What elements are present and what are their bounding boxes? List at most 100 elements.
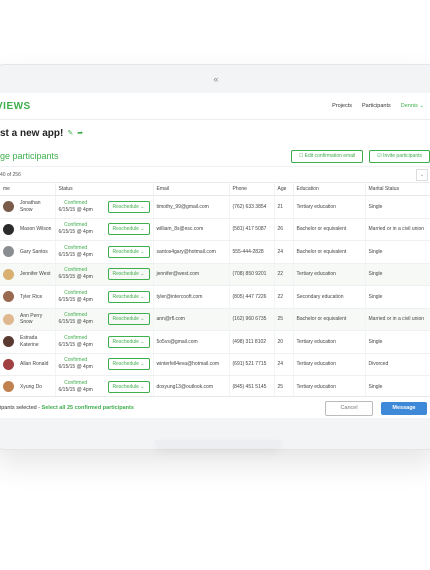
avatar — [3, 358, 14, 370]
table-row[interactable]: Mason Wilson Confirmed 6/15/15 @ 4pm Resche… — [0, 218, 430, 241]
status-badge: Confirmed — [64, 199, 88, 206]
reschedule-button[interactable]: Reschedule ⌄ — [107, 335, 150, 348]
section-header: ge participants ☐ Edit confirmation emai… — [0, 146, 430, 166]
session-date: 6/15/15 @ 4pm — [58, 206, 93, 213]
reschedule-button[interactable]: Reschedule ⌄ — [107, 200, 150, 213]
column-header-status[interactable]: Status — [55, 182, 154, 196]
participant-name[interactable]: Xyung Do — [20, 384, 42, 391]
chevron-down-icon[interactable]: ⌄ — [416, 168, 428, 181]
phone-cell: 555-444-2828 — [229, 240, 275, 264]
selection-footer: ipants selected - Select all 25 confirme… — [0, 396, 430, 418]
status-badge: Confirmed — [64, 289, 88, 296]
session-date: 6/15/15 @ 4pm — [58, 229, 93, 236]
logo[interactable]: VIEWS — [0, 101, 31, 112]
user-menu[interactable]: Dennis ⌄ — [401, 103, 424, 109]
edit-icon[interactable]: ✎ — [67, 129, 73, 137]
participant-name[interactable]: Estrada Katerine — [20, 335, 52, 348]
participant-name[interactable]: Jennifer West — [20, 271, 50, 278]
status-text: Confirmed 6/15/15 @ 4pm — [59, 357, 93, 371]
status-badge: Confirmed — [64, 334, 88, 341]
participant-name[interactable]: Mason Wilson — [20, 226, 51, 233]
nav-projects[interactable]: Projects — [332, 103, 352, 109]
phone-cell: (581) 417 5087 — [229, 218, 275, 241]
age-cell: 20 — [274, 330, 294, 354]
column-header-phone[interactable]: Phone — [229, 182, 275, 196]
status-cell: Confirmed 6/15/15 @ 4pm Reschedule ⌄ — [55, 308, 154, 331]
back-icon[interactable]: « — [213, 74, 218, 84]
table-row[interactable]: Estrada Katerine Confirmed 6/15/15 @ 4pm Re… — [0, 330, 430, 354]
email-cell: 5o5vs@gmail.com — [153, 330, 230, 354]
participant-name[interactable]: Tyler Rice — [20, 294, 42, 301]
marital-status-cell: Single — [365, 240, 430, 264]
share-icon[interactable]: ➦ — [77, 129, 83, 137]
education-cell: Tertiary education — [293, 195, 366, 219]
reschedule-button[interactable]: Reschedule ⌄ — [107, 268, 150, 281]
age-cell: 21 — [274, 195, 294, 219]
reschedule-button[interactable]: Reschedule ⌄ — [107, 290, 150, 303]
reschedule-button[interactable]: Reschedule ⌄ — [107, 380, 150, 393]
status-badge: Confirmed — [64, 222, 88, 229]
column-header-marital-status[interactable]: Marital Status — [365, 182, 430, 196]
session-date: 6/15/15 @ 4pm — [58, 341, 93, 348]
table-row[interactable]: Jonathan Snow Confirmed 6/15/15 @ 4pm Resch… — [0, 195, 430, 219]
status-badge: Confirmed — [64, 379, 88, 386]
column-header-name[interactable]: me — [0, 182, 56, 196]
name-cell: Estrada Katerine — [0, 330, 56, 354]
status-cell: Confirmed 6/15/15 @ 4pm Reschedule ⌄ — [55, 285, 154, 309]
participant-name[interactable]: Allan Ronald — [20, 361, 48, 368]
email-cell: jennifer@west.com — [153, 263, 230, 286]
marital-status-cell: Married or in a civil union — [365, 218, 430, 241]
cancel-button[interactable]: Cancel — [325, 400, 373, 416]
table-row[interactable]: Allan Ronald Confirmed 6/15/15 @ 4pm Resche… — [0, 353, 430, 376]
avatar — [3, 246, 14, 258]
column-header-age[interactable]: Age — [274, 182, 294, 196]
status-badge: Confirmed — [64, 267, 88, 274]
reschedule-button[interactable]: Reschedule ⌄ — [107, 223, 150, 236]
education-cell: Tertiary education — [293, 375, 366, 399]
marital-status-cell: Single — [365, 285, 430, 309]
education-cell: Tertiary education — [293, 263, 366, 286]
edit-confirmation-email-button[interactable]: ☐ Edit confirmation email — [290, 149, 364, 163]
nav-participants[interactable]: Participants — [362, 103, 391, 109]
nav-links: Projects Participants Dennis ⌄ — [332, 103, 430, 109]
reschedule-button[interactable]: Reschedule ⌄ — [107, 358, 150, 371]
status-badge: Confirmed — [64, 312, 88, 319]
avatar — [3, 291, 14, 303]
name-cell: Tyler Rice — [0, 285, 56, 309]
marital-status-cell: Divorced — [365, 353, 430, 376]
status-text: Confirmed 6/15/15 @ 4pm — [59, 335, 93, 349]
avatar — [3, 223, 14, 235]
table-row[interactable]: Ann Perry Snow Confirmed 6/15/15 @ 4pm Resc… — [0, 308, 430, 331]
reschedule-button[interactable]: Reschedule ⌄ — [107, 313, 150, 326]
table-row[interactable]: Jennifer West Confirmed 6/15/15 @ 4pm Resch… — [0, 263, 430, 286]
status-badge: Confirmed — [64, 244, 88, 251]
message-button[interactable]: Message — [381, 401, 427, 415]
selection-summary: ipants selected - Select all 25 confirme… — [0, 405, 134, 411]
section-title: ge participants — [0, 151, 59, 161]
phone-cell: (498) 311 8102 — [229, 330, 275, 354]
status-cell: Confirmed 6/15/15 @ 4pm Reschedule ⌄ — [55, 330, 154, 354]
age-cell: 25 — [274, 375, 294, 399]
name-cell: Allan Ronald — [0, 353, 56, 376]
participant-count: 40 of 256 — [0, 171, 21, 178]
table-row[interactable]: Gary Santos Confirmed 6/15/15 @ 4pm Resched… — [0, 240, 430, 264]
participant-name[interactable]: Gary Santos — [20, 249, 48, 256]
top-nav: VIEWS Projects Participants Dennis ⌄ — [0, 93, 430, 120]
participant-name[interactable]: Ann Perry Snow — [20, 313, 52, 326]
name-cell: Ann Perry Snow — [0, 308, 56, 331]
table-row[interactable]: Tyler Rice Confirmed 6/15/15 @ 4pm Reschedu… — [0, 285, 430, 309]
participant-name[interactable]: Jonathan Snow — [20, 200, 52, 213]
session-date: 6/15/15 @ 4pm — [58, 296, 93, 303]
select-all-link[interactable]: Select all 25 confirmed participants — [42, 405, 134, 411]
column-header-email[interactable]: Email — [153, 182, 230, 196]
table-row[interactable]: Xyung Do Confirmed 6/15/15 @ 4pm Reschedule… — [0, 375, 430, 399]
age-cell: 24 — [274, 353, 294, 376]
reschedule-button[interactable]: Reschedule ⌄ — [107, 245, 150, 258]
status-text: Confirmed 6/15/15 @ 4pm — [59, 200, 93, 214]
phone-cell: (708) 850 9201 — [229, 263, 275, 286]
column-header-education[interactable]: Education — [293, 182, 366, 196]
avatar — [3, 381, 14, 393]
status-cell: Confirmed 6/15/15 @ 4pm Reschedule ⌄ — [55, 218, 154, 241]
invite-participants-button[interactable]: ☑ Invite participants — [369, 149, 430, 163]
email-cell: doxyung13@outlook.com — [153, 375, 230, 399]
